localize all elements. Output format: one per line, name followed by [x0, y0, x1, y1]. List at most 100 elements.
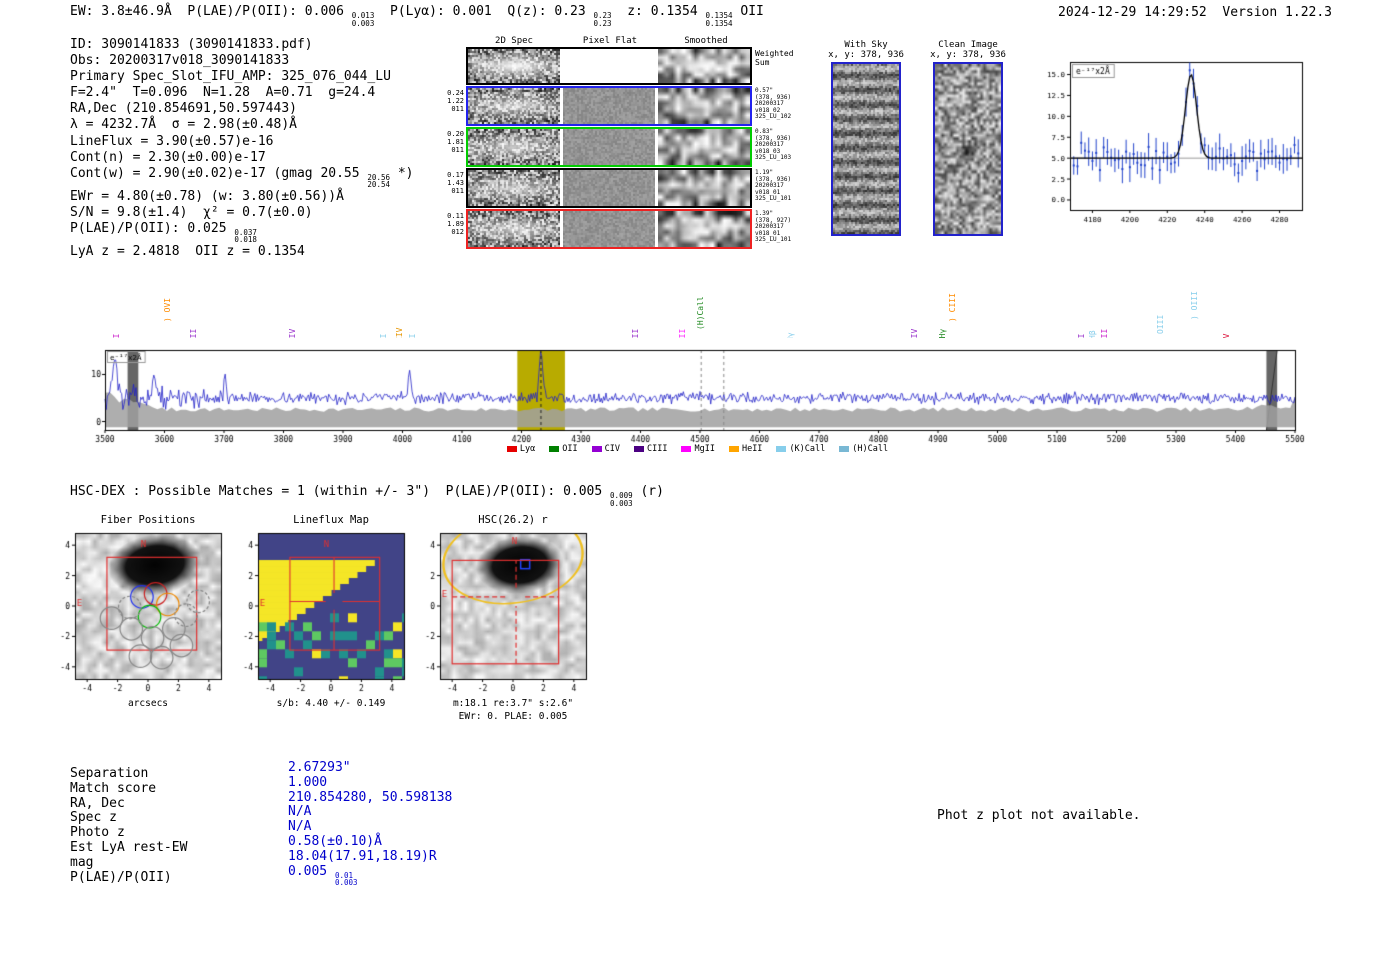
uncertainty-stack: 0.037 0.018 [234, 227, 257, 245]
legend-label: (H)Call [852, 444, 889, 454]
fiber-weights-label: 0.17 1.43 011 [447, 171, 464, 195]
spec2d-fiber-row: 0.17 1.43 011 1.19" (378, 936) 20200317 v018_0… [445, 168, 815, 208]
info-line: EWr = 4.80(±0.78) (w: 3.80(±0.56))Å [70, 189, 413, 205]
info-line: S/N = 9.8(±1.4) χ² = 0.7(±0.0) [70, 205, 413, 221]
spec2d-strip-group [466, 209, 752, 249]
match-table-row: Spec z N/A [70, 804, 452, 825]
info-line: Cont(n) = 2.30(±0.00)e-17 [70, 150, 413, 166]
with-sky-cutout: With Sky x, y: 378, 936 [828, 40, 904, 240]
hsc-match-summary: HSC-DEX : Possible Matches = 1 (within +… [70, 484, 664, 507]
spec2d-strip-spec [468, 170, 560, 206]
match-details-table: Separation 2.67293" Match score 1.000 RA, De… [70, 760, 453, 888]
match-table-row: Photo z N/A [70, 819, 452, 841]
text-segment: *) [390, 165, 414, 181]
text-segment: Cont(n) = 2.30(±0.00)e-17 [70, 149, 266, 165]
info-line: P(LAE)/P(OII): 0.025 0.037 0.018 [70, 221, 413, 244]
spec2d-weighted-row: Weighted Sum [445, 47, 815, 85]
match-field-value: N/A [288, 804, 312, 820]
legend-swatch [839, 446, 850, 452]
text-segment: (r) [632, 484, 664, 499]
emission-line-label: (H)Call [695, 296, 705, 330]
lineflux-map-title: Lineflux Map [293, 514, 369, 526]
uncertainty-stack: 0.01 0.003 [334, 870, 358, 888]
legend-item: Lyα [506, 444, 536, 454]
clean-image-cutout: Clean Image x, y: 378, 936 [930, 40, 1006, 240]
spec2d-strip-spec [468, 211, 560, 247]
text-segment: P(Lyα): 0.001 Q(z): 0.23 [374, 4, 594, 19]
text-segment: EW: 3.8±46.9Å P(LAE)/P(OII): 0.006 [70, 4, 352, 19]
legend-label: (K)Call [789, 444, 826, 454]
match-field-value: N/A [288, 819, 312, 835]
spec2d-strip-smooth [658, 88, 750, 124]
legend-swatch [591, 446, 602, 452]
fiber-weights-label: 0.11 1.89 012 [447, 212, 464, 236]
match-table-row: mag 18.04(17.91,18.19)R [70, 849, 452, 870]
text-segment: LineFlux = 3.90(±0.57)e-16 [70, 133, 274, 149]
spec2d-strip-spec [468, 129, 560, 165]
fiber-weights-label [445, 47, 466, 85]
hsc-cutout-panel: HSC(26.2) r m:18.1 re:3.7" s:2.6" EWr: 0… [412, 514, 597, 723]
lineflux-caption: s/b: 4.40 +/- 0.149 [276, 698, 386, 709]
spec2d-strip-flatblank [563, 49, 655, 83]
spec2d-fiber-row: 0.11 1.89 012 1.39" (378, 927) 20200317 v018_0… [445, 209, 815, 249]
detection-info-block: ID: 3090141833 (3090141833.pdf) Obs: 2020… [70, 37, 413, 260]
uncertainty-stack: 20.56 20.54 [367, 172, 390, 190]
2d-spectra-panel: 2D Spec Pixel Flat Smoothed Weighted Sum 0… [445, 36, 815, 250]
fiber-info-label: 1.19" (378, 936) 20200317 v018_01 325_LU_101 [755, 169, 792, 202]
fiber-info-label: 0.83" (378, 936) 20200317 v018_03 325_LU_103 [755, 128, 792, 161]
spec2d-strip-flat [563, 211, 655, 247]
spec2d-strip-spec [468, 88, 560, 124]
spec2d-strip-flat [563, 88, 655, 124]
match-field-value: 210.854280, 50.598138 [288, 789, 453, 805]
hsc-cutout-title: HSC(26.2) r [478, 514, 548, 526]
match-field-label: Photo z [70, 825, 125, 841]
fiber-positions-plot [47, 529, 232, 697]
legend-swatch [549, 446, 560, 452]
weighted-sum-label: Weighted Sum [755, 49, 794, 67]
legend-swatch [633, 446, 644, 452]
photz-note: Phot z plot not available. [937, 808, 1141, 823]
text-segment: Primary Spec_Slot_IFU_AMP: 325_076_044_L… [70, 69, 391, 85]
spec2d-fiber-row: 0.24 1.22 011 0.57" (378, 936) 20200317 v018_0… [445, 86, 815, 126]
match-field-label: Match score [70, 780, 157, 796]
match-field-label: Est LyA rest-EW [70, 839, 188, 855]
uncertainty-stack: 0.23 0.23 [593, 11, 612, 28]
hsc-cutout-plot [412, 529, 597, 697]
text-segment: λ = 4232.7Å σ = 2.98(±0.48)Å [70, 117, 297, 133]
info-line: LineFlux = 3.90(±0.57)e-16 [70, 134, 413, 150]
column-header-smoothed: Smoothed [684, 36, 728, 46]
uncertainty-stack: 0.013 0.003 [351, 11, 375, 28]
legend-label: CIV [604, 444, 620, 454]
with-sky-image [831, 62, 901, 236]
spec2d-strip-group [466, 86, 752, 126]
legend-item: CIV [591, 444, 620, 454]
match-field-value: 0.58(±0.10)Å [288, 833, 382, 849]
spec2d-strip-group [466, 127, 752, 167]
legend-swatch [728, 446, 739, 452]
info-line: LyA z = 2.4818 OII z = 0.1354 [70, 244, 413, 260]
text-segment: OII [732, 4, 764, 19]
legend-swatch [506, 446, 517, 452]
hsc-caption-morphology: m:18.1 re:3.7" s:2.6" [452, 698, 574, 709]
fiber-info-label: 1.39" (378, 927) 20200317 v018_01 325_LU_101 [755, 210, 792, 243]
match-table-row: Separation 2.67293" [70, 760, 452, 781]
text-segment: Cont(w) = 2.90(±0.02)e-17 (gmag 20.55 [70, 165, 368, 181]
spec2d-fiber-row: 0.20 1.81 011 0.83" (378, 936) 20200317 v018_0… [445, 127, 815, 167]
legend-item: (H)Call [839, 444, 888, 454]
match-table-row: P(LAE)/P(OII) 0.005 0.01 0.003 [70, 864, 452, 888]
spec2d-strip-smooth [658, 129, 750, 165]
uncertainty-stack: 0.1354 0.1354 [705, 11, 733, 28]
text-segment: Obs: 20200317v018_3090141833 [70, 53, 290, 69]
match-field-label: P(LAE)/P(OII) [70, 869, 172, 885]
spec2d-strip-smooth [658, 211, 750, 247]
uncertainty-stack: 0.009 0.003 [610, 491, 633, 508]
legend-label: Lyα [519, 444, 536, 454]
legend-label: CIII [646, 444, 668, 454]
spec2d-column-headers: 2D Spec Pixel Flat Smoothed [445, 36, 815, 47]
match-field-value: 2.67293" [288, 760, 351, 775]
lineflux-map-plot [230, 529, 415, 697]
info-line: Obs: 20200317v018_3090141833 [70, 53, 413, 69]
report-meta: 2024-12-29 14:29:52 Version 1.22.3 [1058, 5, 1332, 20]
info-line: Primary Spec_Slot_IFU_AMP: 325_076_044_L… [70, 69, 413, 85]
